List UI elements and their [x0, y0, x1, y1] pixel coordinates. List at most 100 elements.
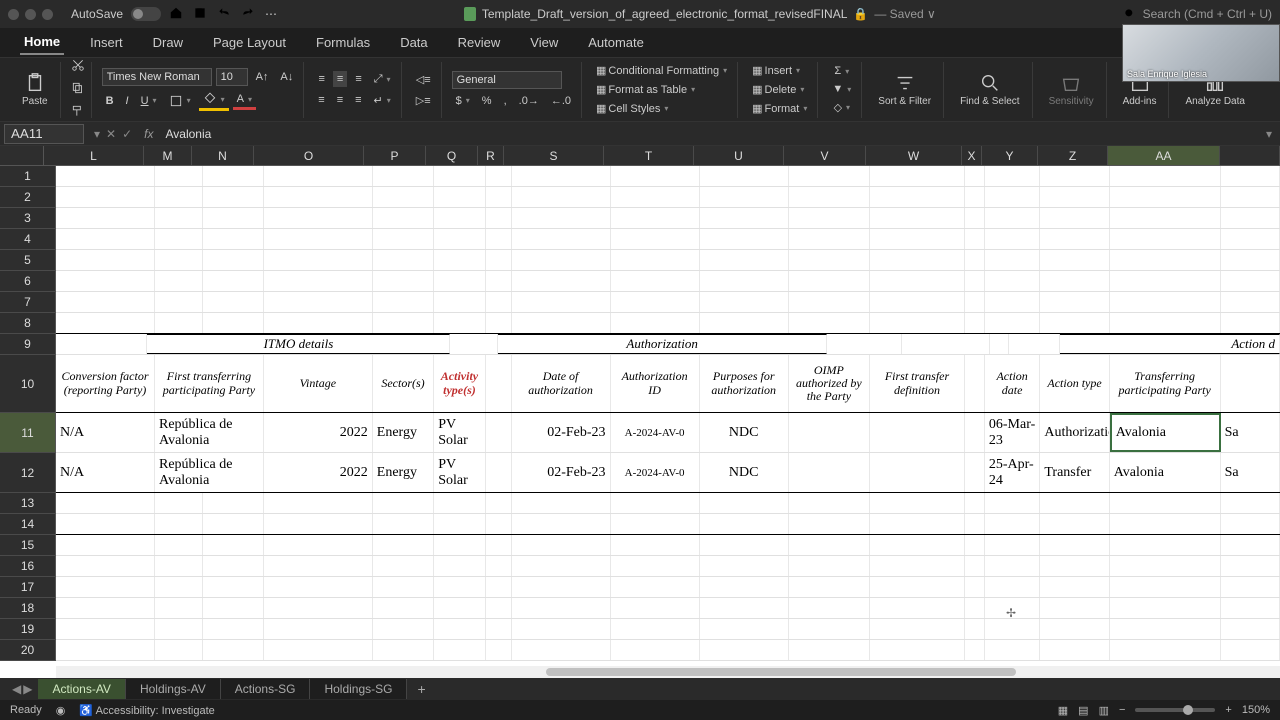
- cell[interactable]: [512, 577, 611, 597]
- cell[interactable]: [1040, 271, 1109, 291]
- cell[interactable]: [155, 271, 203, 291]
- cell[interactable]: [512, 250, 611, 270]
- cell[interactable]: [1110, 535, 1221, 555]
- find-select-button[interactable]: Find & Select: [954, 70, 1025, 109]
- cell[interactable]: [965, 187, 985, 207]
- zoom-in-button[interactable]: +: [1225, 704, 1231, 716]
- cell[interactable]: [789, 187, 870, 207]
- cell[interactable]: [789, 313, 870, 333]
- underline-button[interactable]: U: [137, 93, 161, 109]
- cell[interactable]: [434, 208, 486, 228]
- font-name-select[interactable]: [102, 68, 212, 86]
- cell[interactable]: [512, 640, 611, 660]
- row-header-8[interactable]: 8: [0, 313, 56, 334]
- tab-draw[interactable]: Draw: [149, 31, 187, 54]
- cell[interactable]: [512, 229, 611, 249]
- cell[interactable]: [434, 619, 486, 639]
- cell[interactable]: [203, 313, 264, 333]
- cell[interactable]: [700, 535, 789, 555]
- sort-filter-button[interactable]: Sort & Filter: [872, 70, 937, 109]
- cell[interactable]: Authorization: [1040, 413, 1109, 452]
- cell[interactable]: 2022: [264, 453, 373, 492]
- row-header-9[interactable]: 9: [0, 334, 56, 355]
- cell[interactable]: [700, 250, 789, 270]
- cell[interactable]: PV Solar: [434, 413, 486, 452]
- italic-button[interactable]: I: [122, 93, 133, 109]
- column-header-N[interactable]: N: [192, 146, 254, 165]
- cell[interactable]: [155, 535, 203, 555]
- cell[interactable]: [985, 313, 1040, 333]
- clear-icon[interactable]: ◇: [830, 99, 854, 116]
- cell[interactable]: [965, 619, 985, 639]
- cell[interactable]: [56, 619, 155, 639]
- cell[interactable]: [827, 334, 902, 354]
- decrease-font-icon[interactable]: A↓: [276, 69, 297, 85]
- cell[interactable]: [990, 334, 1009, 354]
- cell[interactable]: [56, 187, 155, 207]
- cell[interactable]: [264, 292, 373, 312]
- cell[interactable]: Sa: [1221, 413, 1280, 452]
- cell[interactable]: [203, 166, 264, 186]
- cell[interactable]: NDC: [700, 453, 789, 492]
- cell[interactable]: N/A: [56, 413, 155, 452]
- fill-icon[interactable]: ▼: [828, 81, 855, 97]
- sensitivity-button[interactable]: Sensitivity: [1043, 70, 1100, 109]
- sheet-tab-holdings-sg[interactable]: Holdings-SG: [310, 679, 407, 699]
- cell[interactable]: [965, 535, 985, 555]
- cell[interactable]: [373, 250, 434, 270]
- add-sheet-button[interactable]: +: [407, 681, 435, 697]
- cell[interactable]: [155, 619, 203, 639]
- cell[interactable]: [486, 413, 512, 452]
- cell[interactable]: [870, 493, 965, 513]
- cell[interactable]: 25-Apr-24: [985, 453, 1040, 492]
- cell[interactable]: [965, 271, 985, 291]
- tab-view[interactable]: View: [526, 31, 562, 54]
- paste-button[interactable]: Paste: [16, 70, 54, 109]
- row-header-15[interactable]: 15: [0, 535, 56, 556]
- row-header-11[interactable]: 11: [0, 413, 56, 453]
- cell[interactable]: [870, 413, 965, 452]
- tab-insert[interactable]: Insert: [86, 31, 127, 54]
- row-header-18[interactable]: 18: [0, 598, 56, 619]
- cell[interactable]: [264, 577, 373, 597]
- cell[interactable]: [512, 598, 611, 618]
- column-header-AA[interactable]: AA: [1108, 146, 1220, 165]
- save-icon[interactable]: [193, 6, 207, 23]
- cell[interactable]: A-2024-AV-0: [611, 453, 700, 492]
- cell[interactable]: [700, 493, 789, 513]
- cell[interactable]: [486, 166, 512, 186]
- cell[interactable]: [373, 493, 434, 513]
- cell[interactable]: [965, 250, 985, 270]
- cell[interactable]: A-2024-AV-0: [611, 413, 700, 452]
- view-normal-icon[interactable]: ▦: [1058, 704, 1068, 717]
- cell[interactable]: [611, 493, 700, 513]
- cell[interactable]: [1110, 577, 1221, 597]
- cell[interactable]: [512, 166, 611, 186]
- percent-icon[interactable]: %: [478, 93, 496, 109]
- cell[interactable]: [985, 535, 1040, 555]
- cell[interactable]: [985, 271, 1040, 291]
- cell[interactable]: [1110, 250, 1221, 270]
- autosave-toggle[interactable]: [131, 7, 161, 21]
- cell[interactable]: [1221, 187, 1280, 207]
- cell[interactable]: [965, 413, 985, 452]
- cell[interactable]: [512, 535, 611, 555]
- cell[interactable]: Sector(s): [373, 355, 434, 412]
- cell[interactable]: [155, 640, 203, 660]
- cell[interactable]: [264, 271, 373, 291]
- align-middle-icon[interactable]: ≡: [333, 71, 347, 87]
- column-header-P[interactable]: P: [364, 146, 426, 165]
- cell[interactable]: [611, 313, 700, 333]
- cell[interactable]: N/A: [56, 453, 155, 492]
- cell[interactable]: 02-Feb-23: [512, 453, 611, 492]
- cell[interactable]: [985, 208, 1040, 228]
- macro-record-icon[interactable]: ◉: [56, 704, 66, 717]
- cell[interactable]: [512, 208, 611, 228]
- cell[interactable]: 06-Mar-23: [985, 413, 1040, 452]
- cell[interactable]: [155, 187, 203, 207]
- cell[interactable]: [155, 229, 203, 249]
- increase-font-icon[interactable]: A↑: [252, 69, 273, 85]
- row-header-1[interactable]: 1: [0, 166, 56, 187]
- cell[interactable]: Activity type(s): [434, 355, 486, 412]
- cell[interactable]: [512, 271, 611, 291]
